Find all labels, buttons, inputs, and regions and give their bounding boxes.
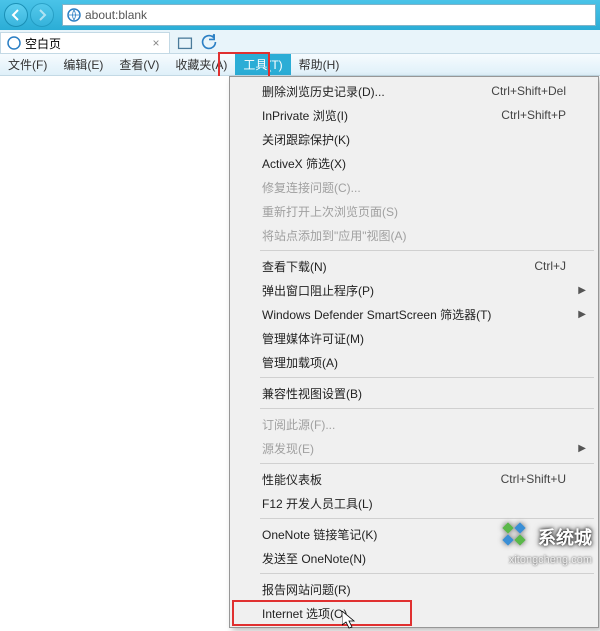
menu-separator	[260, 573, 594, 574]
menu-entry[interactable]: 弹出窗口阻止程序(P) ▶	[232, 278, 596, 302]
close-icon[interactable]: ×	[149, 36, 163, 50]
menu-entry-label: 源发现(E)	[262, 440, 314, 457]
menu-item[interactable]: 工具(T)	[235, 54, 290, 75]
menu-entry-label: ActiveX 筛选(X)	[262, 155, 346, 172]
menu-entry-label: Internet 选项(O)	[262, 605, 347, 622]
menu-entry-label: 修复连接问题(C)...	[262, 179, 361, 196]
menu-entry-label: 弹出窗口阻止程序(P)	[262, 282, 374, 299]
refresh-icon	[200, 33, 218, 51]
address-text: about:blank	[85, 8, 591, 22]
menu-shortcut: Ctrl+Shift+Del	[491, 84, 566, 98]
menu-bar: 文件(F)编辑(E)查看(V)收藏夹(A)工具(T)帮助(H)	[0, 54, 600, 76]
ie-icon	[7, 36, 21, 50]
menu-item[interactable]: 编辑(E)	[55, 54, 111, 75]
watermark-url: xitongcheng.com	[509, 554, 592, 566]
tab-icon	[176, 33, 194, 51]
tab-tools	[170, 30, 224, 53]
menu-entry-label: 将站点添加到"应用"视图(A)	[262, 227, 407, 244]
menu-entry[interactable]: 关闭跟踪保护(K)	[232, 127, 596, 151]
watermark: 系统城	[502, 522, 592, 552]
menu-entry-label: 删除浏览历史记录(D)...	[262, 83, 385, 100]
menu-separator	[260, 377, 594, 378]
menu-entry-label: 管理媒体许可证(M)	[262, 330, 364, 347]
menu-entry[interactable]: 兼容性视图设置(B)	[232, 381, 596, 405]
submenu-arrow-icon: ▶	[578, 285, 586, 296]
menu-entry[interactable]: 删除浏览历史记录(D)... Ctrl+Shift+Del	[232, 79, 596, 103]
menu-entry[interactable]: Internet 选项(O)	[232, 601, 596, 625]
menu-entry[interactable]: 管理媒体许可证(M)	[232, 326, 596, 350]
menu-entry[interactable]: 报告网站问题(R)	[232, 577, 596, 601]
menu-shortcut: Ctrl+Shift+U	[501, 472, 566, 486]
submenu-arrow-icon: ▶	[578, 309, 586, 320]
back-button[interactable]	[4, 3, 28, 27]
menu-entry[interactable]: InPrivate 浏览(I) Ctrl+Shift+P	[232, 103, 596, 127]
menu-separator	[260, 463, 594, 464]
menu-entry: 源发现(E) ▶	[232, 436, 596, 460]
menu-shortcut: Ctrl+J	[534, 259, 566, 273]
new-tab-button[interactable]	[176, 33, 194, 51]
menu-entry-label: F12 开发人员工具(L)	[262, 495, 373, 512]
menu-entry-label: 关闭跟踪保护(K)	[262, 131, 350, 148]
tab[interactable]: 空白页 ×	[0, 32, 170, 53]
menu-entry-label: 查看下载(N)	[262, 258, 327, 275]
menu-entry[interactable]: Windows Defender SmartScreen 筛选器(T) ▶	[232, 302, 596, 326]
menu-separator	[260, 408, 594, 409]
submenu-arrow-icon: ▶	[578, 443, 586, 454]
ie-icon	[67, 8, 81, 22]
arrow-left-icon	[10, 9, 22, 21]
menu-item[interactable]: 文件(F)	[0, 54, 55, 75]
menu-entry-label: Windows Defender SmartScreen 筛选器(T)	[262, 306, 491, 323]
menu-item[interactable]: 帮助(H)	[291, 54, 348, 75]
menu-entry[interactable]: F12 开发人员工具(L)	[232, 491, 596, 515]
menu-entry[interactable]: 查看下载(N) Ctrl+J	[232, 254, 596, 278]
menu-entry-label: 报告网站问题(R)	[262, 581, 351, 598]
menu-entry: 订阅此源(F)...	[232, 412, 596, 436]
menu-entry[interactable]: 管理加载项(A)	[232, 350, 596, 374]
arrow-right-icon	[36, 9, 48, 21]
menu-entry[interactable]: 性能仪表板 Ctrl+Shift+U	[232, 467, 596, 491]
menu-entry: 将站点添加到"应用"视图(A)	[232, 223, 596, 247]
menu-entry-label: 发送至 OneNote(N)	[262, 550, 366, 567]
menu-separator	[260, 518, 594, 519]
tab-title: 空白页	[25, 35, 61, 52]
menu-shortcut: Ctrl+Shift+P	[501, 108, 566, 122]
menu-entry-label: InPrivate 浏览(I)	[262, 107, 348, 124]
menu-entry-label: OneNote 链接笔记(K)	[262, 526, 377, 543]
menu-entry-label: 重新打开上次浏览页面(S)	[262, 203, 398, 220]
tab-row: 空白页 ×	[0, 30, 600, 54]
menu-entry: 修复连接问题(C)...	[232, 175, 596, 199]
menu-entry-label: 订阅此源(F)...	[262, 416, 335, 433]
nav-bar: about:blank	[0, 0, 600, 30]
menu-entry-label: 兼容性视图设置(B)	[262, 385, 362, 402]
menu-entry[interactable]: ActiveX 筛选(X)	[232, 151, 596, 175]
refresh-button[interactable]	[200, 33, 218, 51]
menu-entry-label: 管理加载项(A)	[262, 354, 338, 371]
logo-icon	[502, 522, 532, 552]
watermark-brand: 系统城	[538, 524, 592, 550]
menu-separator	[260, 250, 594, 251]
menu-entry-label: 性能仪表板	[262, 471, 322, 488]
address-bar[interactable]: about:blank	[62, 4, 596, 26]
menu-item[interactable]: 收藏夹(A)	[167, 54, 235, 75]
menu-entry: 重新打开上次浏览页面(S)	[232, 199, 596, 223]
menu-item[interactable]: 查看(V)	[111, 54, 167, 75]
forward-button[interactable]	[30, 3, 54, 27]
